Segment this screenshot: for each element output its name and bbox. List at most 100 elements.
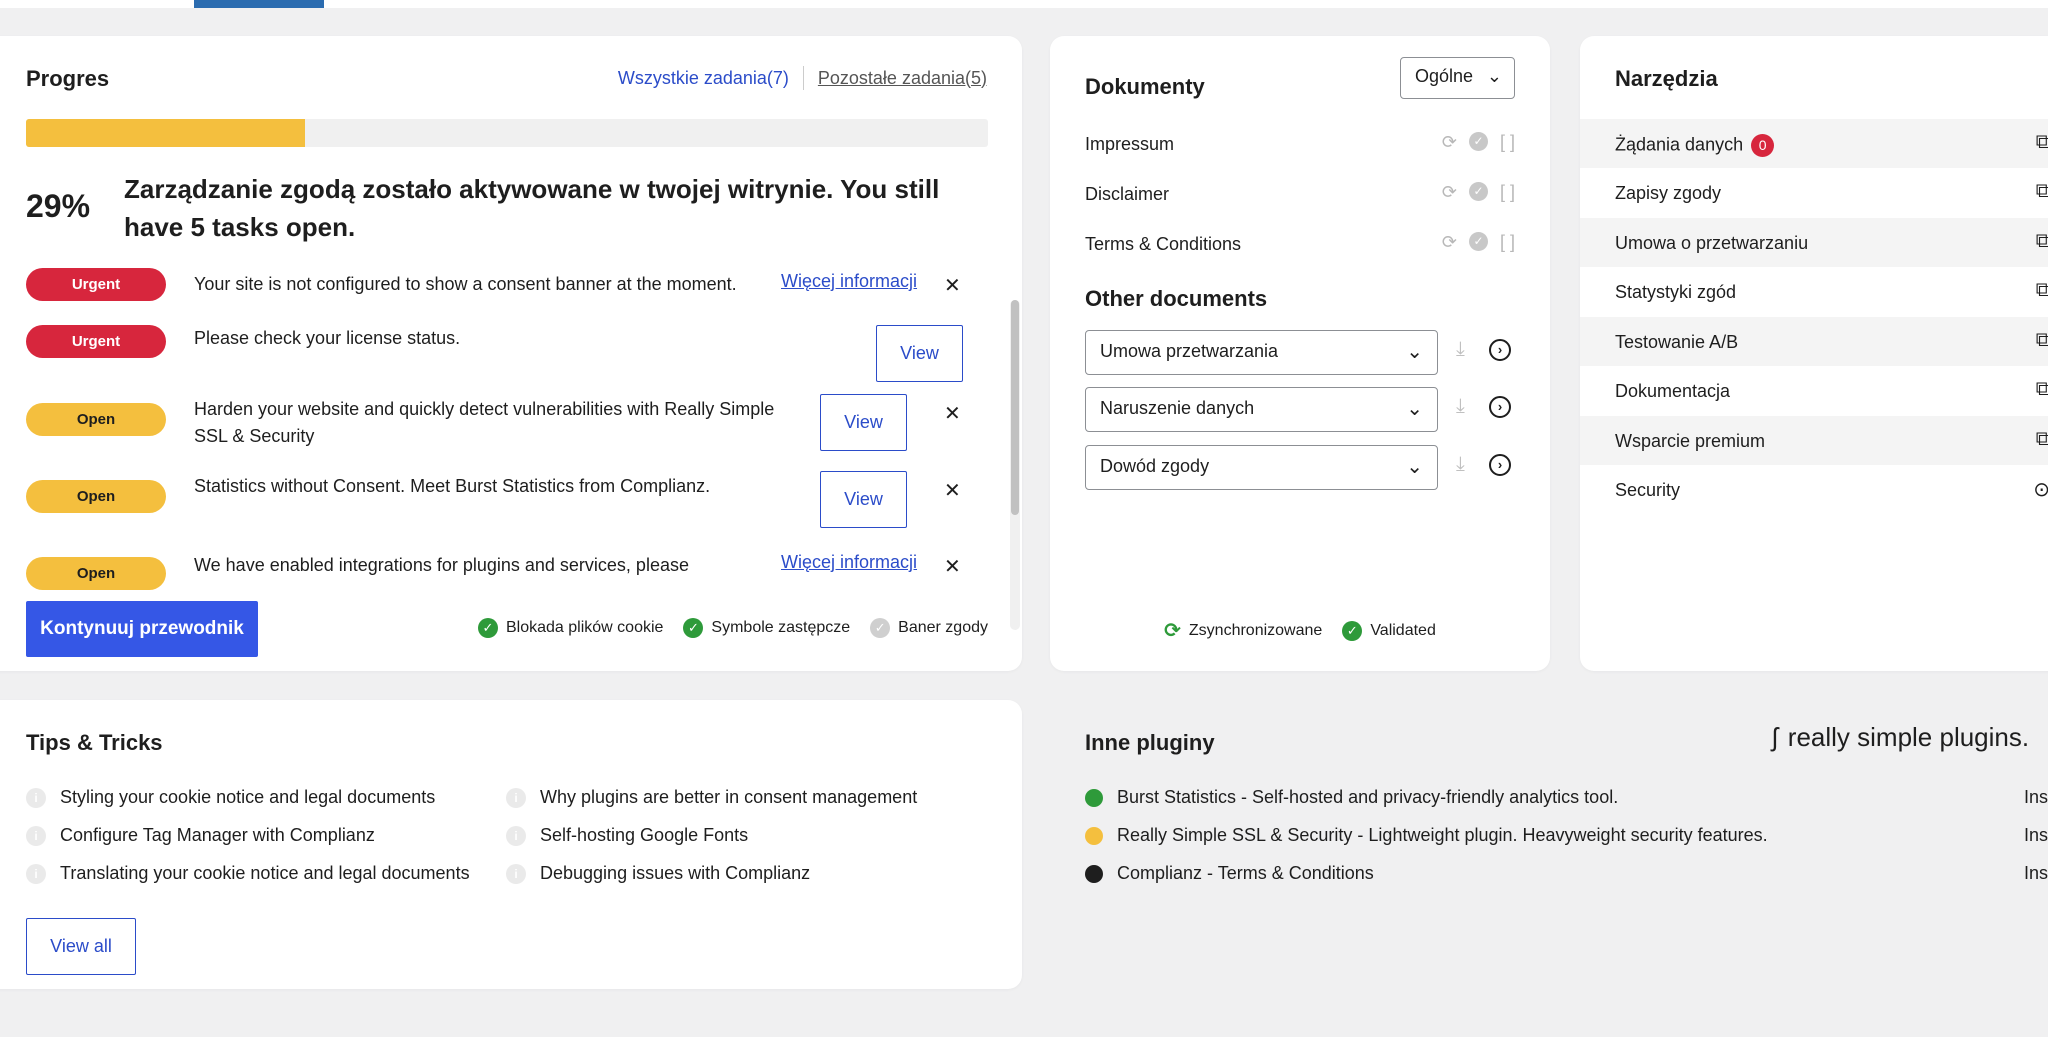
tip-item[interactable]: i Styling your cookie notice and legal do… [26,787,435,808]
status-consent-banner: ✓ Baner zgody [870,618,988,638]
more-info-link[interactable]: Więcej informacji [781,271,917,292]
document-status-icons: ⟳ ✓ [ ] [1442,182,1515,203]
arrow-right-circle-icon[interactable]: › [1489,396,1511,418]
task-text: Please check your license status. [194,328,461,348]
install-link[interactable]: Instaluj [2024,863,2048,884]
rsp-logo-icon: ʃ [1772,722,1778,752]
tip-item[interactable]: i Translating your cookie notice and lega… [26,863,470,884]
tip-item[interactable]: i Self-hosting Google Fonts [506,825,748,846]
active-tab-indicator [194,0,324,8]
tool-item-ab-testing[interactable]: Testowanie A/B ⧉ [1580,317,2048,366]
tip-item[interactable]: i Configure Tag Manager with Complianz [26,825,375,846]
plugin-label[interactable]: Burst Statistics - Self-hosted and priva… [1117,787,1618,808]
status-indicators: ✓ Blokada plików cookie ✓ Symbole zastęp… [478,618,988,638]
tip-label: Configure Tag Manager with Complianz [60,825,375,845]
external-link-icon[interactable]: ⧉ [2036,378,2048,401]
check-icon: ✓ [1468,182,1488,201]
tool-item-premium-support[interactable]: Wsparcie premium ⧉ [1580,416,2048,465]
check-icon: ✓ [1342,620,1363,641]
arrow-right-circle-icon[interactable]: › [1489,339,1511,361]
sync-icon: ⟳ [1441,132,1457,152]
plugin-item: Complianz - Terms & Conditions Instaluj [1085,863,2048,884]
tip-item[interactable]: i Debugging issues with Complianz [506,863,810,884]
task-text: Your site is not configured to show a co… [194,274,737,294]
view-button[interactable]: View [876,325,963,382]
status-label: Baner zgody [898,619,988,636]
documents-title: Dokumenty [1085,74,1205,99]
document-name: Impressum [1085,134,1175,154]
continue-wizard-button[interactable]: Kontynuuj przewodnik [26,601,258,657]
status-dot [1085,788,1103,807]
plugin-label[interactable]: Complianz - Terms & Conditions [1117,863,1374,884]
shortcode-icon: [ ] [1499,132,1515,152]
other-document-select[interactable]: Naruszenie danych ⌄ [1085,387,1438,432]
shortcode-icon: [ ] [1499,232,1515,252]
status-dot [1085,826,1103,845]
info-icon: i [506,787,526,808]
chevron-down-icon: ⌄ [1486,66,1502,86]
dismiss-icon[interactable]: ✕ [944,273,961,298]
info-icon: i [506,825,526,846]
task-text: Statistics without Consent. Meet Burst S… [194,476,711,496]
tool-item-consent-statistics[interactable]: Statystyki zgód ⧉ [1580,267,2048,316]
tip-item[interactable]: i Why plugins are better in consent manag… [506,787,917,808]
document-type-select[interactable]: Ogólne ⌄ [1400,57,1515,99]
check-icon: ✓ [478,618,498,638]
select-value: Ogólne [1415,66,1474,86]
dismiss-icon[interactable]: ✕ [944,554,961,579]
document-row: Disclaimer ⟳ ✓ [ ] [1085,182,1515,205]
other-plugins-section: Inne pluginy ʃ really simple plugins. Bu… [1050,700,2048,989]
info-icon: i [26,825,46,846]
tool-label: Umowa o przetwarzaniu [1615,233,1809,253]
tool-label: Dokumentacja [1615,381,1731,401]
arrow-right-circle-icon[interactable]: › [1489,454,1511,476]
tool-item-consent-records[interactable]: Zapisy zgody ⧉ [1580,168,2048,217]
document-row: Impressum ⟳ ✓ [ ] [1085,132,1515,155]
status-cookie-blocker: ✓ Blokada plików cookie [478,618,663,638]
tool-label: Żądania danych [1615,134,1744,155]
dismiss-icon[interactable]: ✕ [944,401,961,426]
open-badge: Open [26,557,166,590]
remaining-tasks-link[interactable]: Pozostałe zadania(5) [818,68,987,89]
check-icon: ✓ [1468,132,1488,151]
view-button[interactable]: View [820,471,907,528]
more-info-link[interactable]: Więcej informacji [781,552,917,573]
view-button[interactable]: View [820,394,907,451]
external-link-icon[interactable]: ⧉ [2036,180,2048,203]
chevron-down-icon: ⌄ [1406,456,1423,478]
external-link-icon[interactable]: ⧉ [2036,230,2048,253]
chevron-down-icon: ⌄ [1406,341,1423,363]
all-tasks-link[interactable]: Wszystkie zadania(7) [618,68,789,89]
plugin-item: Really Simple SSL & Security - Lightweig… [1085,825,2048,846]
tool-item-data-requests[interactable]: Żądania danych 0 ⧉ [1580,119,2048,168]
external-link-icon[interactable]: ⧉ [2036,131,2048,154]
brand-label: really simple plugins. [1787,722,2030,752]
document-row: Terms & Conditions ⟳ ✓ [ ] [1085,232,1515,255]
view-all-button[interactable]: View all [26,918,136,975]
external-link-icon[interactable]: ⧉ [2036,428,2048,451]
status-label: Zsynchronizowane [1188,621,1323,639]
count-badge: 0 [1751,134,1775,157]
external-link-icon[interactable]: ⧉ [2036,279,2048,302]
scrollbar-thumb[interactable] [1011,300,1019,515]
other-document-select[interactable]: Dowód zgody ⌄ [1085,445,1438,490]
tool-item-security[interactable]: Security ⊙ [1580,465,2048,514]
document-status-icons: ⟳ ✓ [ ] [1442,132,1515,153]
really-simple-plugins-logo: ʃ really simple plugins. [1772,722,2029,753]
download-icon[interactable]: ⤓ [1456,338,1465,361]
other-document-select[interactable]: Umowa przetwarzania ⌄ [1085,330,1438,375]
plugin-label[interactable]: Really Simple SSL & Security - Lightweig… [1117,825,1768,846]
arrow-right-circle-icon[interactable]: ⊙ [2033,477,2048,502]
sync-icon: ⟳ [1441,232,1457,252]
dismiss-icon[interactable]: ✕ [944,478,961,503]
tool-item-documentation[interactable]: Dokumentacja ⧉ [1580,366,2048,415]
install-link[interactable]: Instaluj [2024,825,2048,846]
validated-status: ✓ Validated [1342,620,1436,641]
download-icon[interactable]: ⤓ [1456,395,1465,418]
download-icon[interactable]: ⤓ [1456,453,1465,476]
external-link-icon[interactable]: ⧉ [2036,329,2048,352]
install-link[interactable]: Instaluj [2024,787,2048,808]
tips-title: Tips & Tricks [26,730,163,755]
documents-card: Dokumenty Ogólne ⌄ Impressum ⟳ ✓ [ ] Discl… [1050,36,1550,671]
tool-item-processing-agreement[interactable]: Umowa o przetwarzaniu ⧉ [1580,218,2048,267]
